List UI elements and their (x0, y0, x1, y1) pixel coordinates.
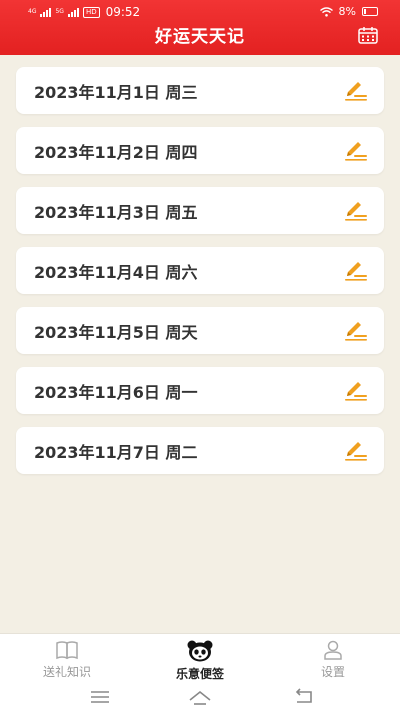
date-entry-row[interactable]: 2023年11月4日 周六 (16, 247, 384, 294)
entry-date: 2023年11月3日 周五 (34, 203, 198, 222)
bottom-tab-bar: 送礼知识 乐意便签 设置 (0, 633, 400, 682)
page-title: 好运天天记 (155, 27, 245, 47)
entry-date: 2023年11月7日 周二 (34, 443, 198, 462)
tab-label: 乐意便签 (175, 667, 224, 681)
entry-date: 2023年11月2日 周四 (34, 143, 198, 162)
pencil-edit-icon[interactable] (344, 141, 368, 161)
signal-1-icon (40, 7, 52, 17)
back-icon[interactable] (292, 687, 316, 707)
signal-2-icon (67, 7, 79, 17)
signal-1-label: 4G (28, 8, 37, 15)
date-entry-row[interactable]: 2023年11月1日 周三 (16, 67, 384, 114)
person-icon (324, 640, 342, 660)
panda-icon (187, 640, 213, 662)
pencil-edit-icon[interactable] (344, 381, 368, 401)
calendar-icon[interactable] (358, 26, 378, 44)
menu-icon[interactable] (88, 687, 112, 707)
date-entry-row[interactable]: 2023年11月6日 周一 (16, 367, 384, 414)
book-icon (56, 641, 78, 660)
app-header: 4G 5G HD 09:52 8% 好运天天记 (0, 0, 400, 55)
date-entry-row[interactable]: 2023年11月3日 周五 (16, 187, 384, 234)
pencil-edit-icon[interactable] (344, 441, 368, 461)
battery-percent: 8% (338, 5, 356, 18)
hd-badge: HD (82, 6, 100, 18)
battery-icon (362, 7, 378, 16)
tab-label: 设置 (320, 665, 345, 679)
date-entry-row[interactable]: 2023年11月2日 周四 (16, 127, 384, 174)
system-nav-bar (0, 681, 400, 715)
pencil-edit-icon[interactable] (344, 261, 368, 281)
date-entry-row[interactable]: 2023年11月5日 周天 (16, 307, 384, 354)
tab-gift-knowledge[interactable]: 送礼知识 (17, 634, 117, 682)
tab-label: 送礼知识 (42, 665, 91, 679)
entry-date: 2023年11月1日 周三 (34, 83, 198, 102)
entry-date: 2023年11月5日 周天 (34, 323, 198, 342)
tab-happy-notes[interactable]: 乐意便签 (150, 634, 250, 682)
pencil-edit-icon[interactable] (344, 321, 368, 341)
tab-settings[interactable]: 设置 (283, 634, 383, 682)
status-bar: 4G 5G HD 09:52 8% (0, 0, 400, 24)
pencil-edit-icon[interactable] (344, 201, 368, 221)
pencil-edit-icon[interactable] (344, 81, 368, 101)
entry-date: 2023年11月6日 周一 (34, 383, 198, 402)
entry-date: 2023年11月4日 周六 (34, 263, 198, 282)
date-entry-row[interactable]: 2023年11月7日 周二 (16, 427, 384, 474)
home-icon[interactable] (188, 687, 212, 707)
date-list: 2023年11月1日 周三 2023年11月2日 周四 2023年11月3日 周… (16, 67, 384, 487)
signal-2-label: 5G (55, 8, 64, 15)
clock: 09:52 (105, 5, 141, 19)
wifi-icon (319, 6, 333, 17)
